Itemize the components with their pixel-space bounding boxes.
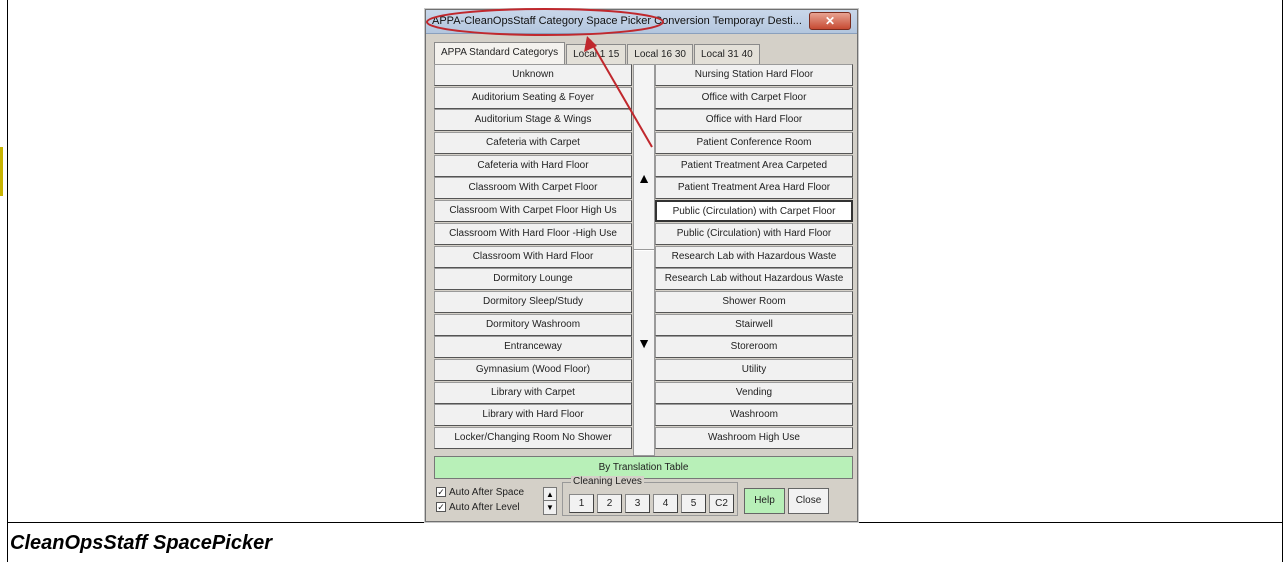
right-category-button[interactable]: Office with Carpet Floor [655, 86, 853, 109]
tab-3[interactable]: Local 31 40 [693, 44, 760, 64]
left-category-button[interactable]: Cafeteria with Carpet [434, 132, 632, 155]
cleaning-levels-legend: Cleaning Leves [571, 476, 644, 487]
caption-cell: CleanOpsStaff SpacePicker [8, 524, 1282, 562]
left-category-button[interactable]: Library with Carpet [434, 381, 632, 404]
auto-after-space-option[interactable]: ✓ Auto After Space [436, 487, 524, 498]
right-category-button[interactable]: Stairwell [655, 313, 853, 336]
right-category-button[interactable]: Storeroom [655, 336, 853, 359]
category-scrollbar[interactable]: ▲ ▼ [633, 64, 655, 456]
help-button[interactable]: Help [744, 488, 785, 514]
right-category-button[interactable]: Research Lab with Hazardous Waste [655, 245, 853, 268]
tab-2[interactable]: Local 16 30 [627, 44, 693, 64]
right-category-button[interactable]: Vending [655, 381, 853, 404]
scroll-up-icon[interactable]: ▲ [637, 171, 651, 185]
left-category-button[interactable]: Gymnasium (Wood Floor) [434, 358, 632, 381]
scroll-down-area[interactable]: ▼ [634, 251, 654, 455]
figure-caption: CleanOpsStaff SpacePicker [10, 532, 272, 554]
left-category-button[interactable]: Dormitory Washroom [434, 313, 632, 336]
left-category-button[interactable]: Cafeteria with Hard Floor [434, 154, 632, 177]
right-category-button[interactable]: Office with Hard Floor [655, 109, 853, 132]
cleaning-levels-group: Cleaning Leves 1 2 3 4 5 C2 [562, 476, 738, 516]
options-bar: ✓ Auto After Space ✓ Auto After Level ▲ ▼ … [434, 476, 853, 518]
left-category-button[interactable]: Auditorium Stage & Wings [434, 109, 632, 132]
right-category-button[interactable]: Washroom High Use [655, 427, 853, 449]
left-category-button[interactable]: Dormitory Lounge [434, 268, 632, 291]
auto-after-level-option[interactable]: ✓ Auto After Level [436, 502, 520, 513]
cleaning-level-button[interactable]: 2 [597, 494, 622, 513]
window-close-button[interactable]: ✕ [809, 12, 851, 30]
tab-0[interactable]: APPA Standard Categorys [434, 42, 566, 64]
left-category-list: Unknown Auditorium Seating & Foyer Auditor… [434, 64, 632, 450]
title-bar[interactable]: APPA-CleanOpsStaff Category Space Picker… [426, 10, 857, 34]
left-category-button[interactable]: Classroom With Hard Floor [434, 245, 632, 268]
spinner-up-icon[interactable]: ▲ [544, 488, 556, 501]
category-panel: Unknown Auditorium Seating & Foyer Auditor… [434, 64, 853, 456]
cleaning-level-button[interactable]: 5 [681, 494, 706, 513]
spinner-down-icon[interactable]: ▼ [544, 501, 556, 514]
cleaning-level-button[interactable]: C2 [709, 494, 734, 513]
right-category-button[interactable]: Research Lab without Hazardous Waste [655, 268, 853, 291]
right-category-button[interactable]: Shower Room [655, 290, 853, 313]
auto-after-space-label: Auto After Space [449, 487, 525, 498]
cleaning-level-button[interactable]: 3 [625, 494, 650, 513]
tab-1[interactable]: Local 1 15 [566, 44, 627, 64]
right-category-button[interactable]: Nursing Station Hard Floor [655, 64, 853, 86]
right-category-button[interactable]: Patient Treatment Area Hard Floor [655, 177, 853, 200]
cleaning-level-button[interactable]: 1 [569, 494, 594, 513]
right-category-button[interactable]: Utility [655, 358, 853, 381]
margin-marker [0, 147, 3, 196]
scroll-up-area[interactable]: ▲ [634, 65, 654, 250]
auto-after-level-label: Auto After Level [449, 502, 520, 513]
left-category-button[interactable]: Classroom With Carpet Floor High Us [434, 200, 632, 223]
space-picker-dialog: APPA-CleanOpsStaff Category Space Picker… [425, 9, 858, 522]
left-category-button[interactable]: Unknown [434, 64, 632, 86]
right-category-button[interactable]: Patient Treatment Area Carpeted [655, 154, 853, 177]
left-category-button[interactable]: Auditorium Seating & Foyer [434, 86, 632, 109]
auto-after-space-checkbox[interactable]: ✓ [436, 487, 446, 498]
close-icon: ✕ [824, 14, 836, 28]
window-title: APPA-CleanOpsStaff Category Space Picker… [432, 15, 802, 27]
cleaning-level-button[interactable]: 4 [653, 494, 678, 513]
left-category-button[interactable]: Entranceway [434, 336, 632, 359]
left-category-button[interactable]: Locker/Changing Room No Shower [434, 427, 632, 449]
left-category-button[interactable]: Classroom With Hard Floor -High Use [434, 222, 632, 245]
level-spinner[interactable]: ▲ ▼ [543, 487, 557, 515]
right-category-button[interactable]: Washroom [655, 404, 853, 427]
left-category-button[interactable]: Dormitory Sleep/Study [434, 290, 632, 313]
right-category-button[interactable]: Public (Circulation) with Carpet Floor [655, 200, 853, 223]
auto-after-level-checkbox[interactable]: ✓ [436, 502, 446, 513]
right-category-button[interactable]: Patient Conference Room [655, 132, 853, 155]
right-category-list: Nursing Station Hard Floor Office with Ca… [655, 64, 853, 450]
category-tabs: APPA Standard Categorys Local 1 15 Local 1… [434, 42, 761, 64]
left-category-button[interactable]: Classroom With Carpet Floor [434, 177, 632, 200]
left-category-button[interactable]: Library with Hard Floor [434, 404, 632, 427]
right-category-button[interactable]: Public (Circulation) with Hard Floor [655, 222, 853, 245]
close-button[interactable]: Close [788, 488, 829, 514]
scroll-down-icon[interactable]: ▼ [637, 336, 651, 350]
